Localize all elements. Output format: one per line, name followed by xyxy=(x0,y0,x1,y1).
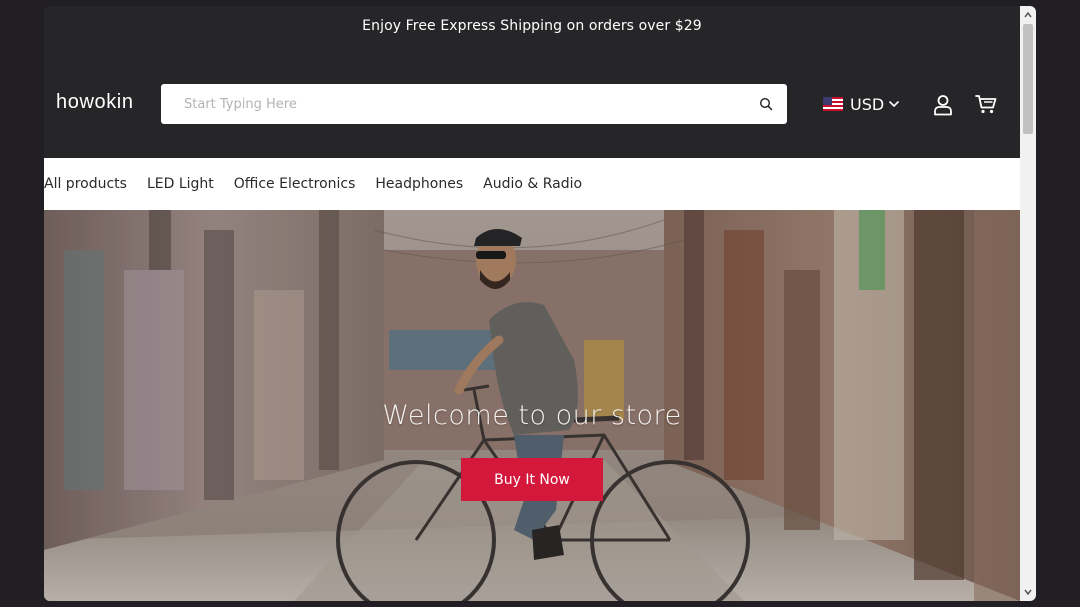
us-flag-icon xyxy=(823,97,843,111)
nav-item-led-light[interactable]: LED Light xyxy=(147,176,214,192)
search-bar xyxy=(161,84,787,124)
buy-it-now-button[interactable]: Buy It Now xyxy=(461,458,603,501)
scrollbar-thumb[interactable] xyxy=(1023,24,1033,134)
nav-item-audio-radio[interactable]: Audio & Radio xyxy=(483,176,582,192)
browser-window: Enjoy Free Express Shipping on orders ov… xyxy=(44,6,1036,601)
cart-button[interactable] xyxy=(974,92,998,116)
chevron-up-icon xyxy=(1024,11,1032,18)
search-input[interactable] xyxy=(161,84,744,124)
scroll-down-arrow[interactable] xyxy=(1020,584,1036,600)
nav-item-office-electronics[interactable]: Office Electronics xyxy=(234,176,356,192)
cart-icon xyxy=(975,95,997,114)
search-icon xyxy=(759,97,773,111)
chevron-down-icon xyxy=(889,101,899,107)
nav-item-headphones[interactable]: Headphones xyxy=(375,176,463,192)
announcement-bar: Enjoy Free Express Shipping on orders ov… xyxy=(362,18,702,34)
account-icon xyxy=(934,95,952,116)
search-button[interactable] xyxy=(753,92,779,116)
main-nav: All products LED Light Office Electronic… xyxy=(44,158,1020,210)
store-page: Enjoy Free Express Shipping on orders ov… xyxy=(44,6,1020,601)
account-button[interactable] xyxy=(931,92,955,118)
chevron-down-icon xyxy=(1024,589,1032,596)
store-logo[interactable]: howokin xyxy=(56,91,134,114)
currency-selector[interactable]: USD xyxy=(823,92,900,116)
scroll-up-arrow[interactable] xyxy=(1020,7,1036,23)
hero-title: Welcome to our store xyxy=(382,400,682,431)
hero-banner: Welcome to our store Buy It Now xyxy=(44,210,1020,601)
site-header: Enjoy Free Express Shipping on orders ov… xyxy=(44,6,1020,158)
nav-item-all-products[interactable]: All products xyxy=(44,176,127,192)
currency-code: USD xyxy=(850,94,885,114)
vertical-scrollbar[interactable] xyxy=(1020,6,1036,601)
